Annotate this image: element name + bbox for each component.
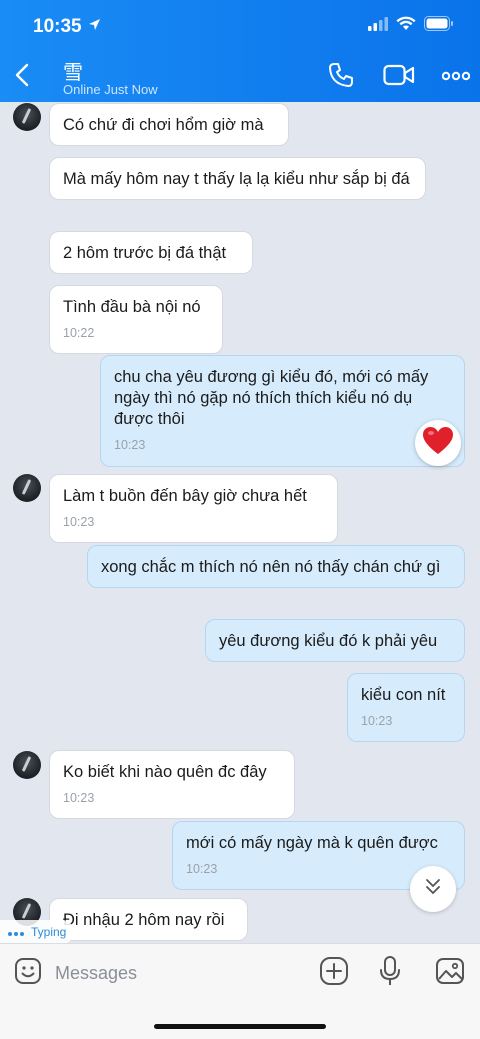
- message-text: Tình đầu bà nội nó: [63, 298, 201, 316]
- message-text: chu cha yêu đương gì kiểu đó, mới có mấy…: [114, 368, 429, 428]
- message-text: Đi nhậu 2 hôm nay rồi: [63, 911, 225, 929]
- message-input[interactable]: Messages: [55, 963, 137, 984]
- chat-header: 10:35 雪 Online Just Now: [0, 0, 480, 102]
- image-icon: [435, 957, 465, 990]
- contact-name[interactable]: 雪: [63, 56, 83, 85]
- more-options-button[interactable]: [440, 62, 472, 92]
- sticker-icon: [14, 957, 42, 990]
- message-bubble[interactable]: Làm t buồn đến bây giờ chưa hết 10:23: [49, 474, 338, 543]
- message-text: Làm t buồn đến bây giờ chưa hết: [63, 487, 307, 505]
- message-time: 10:23: [114, 438, 146, 452]
- more-icon: [441, 68, 471, 86]
- message-bubble[interactable]: Ko biết khi nào quên đc đây 10:23: [49, 750, 295, 819]
- video-icon: [383, 63, 415, 92]
- typing-indicator: Typing: [0, 920, 75, 944]
- message-bubble[interactable]: kiểu con nít 10:23: [347, 673, 465, 742]
- message-bubble[interactable]: yêu đương kiểu đó k phải yêu: [205, 619, 465, 662]
- back-button[interactable]: [14, 62, 38, 90]
- plus-icon: [319, 956, 349, 991]
- message-time: 10:22: [63, 326, 95, 340]
- wifi-icon: [396, 16, 416, 36]
- home-indicator: [154, 1024, 326, 1029]
- scroll-to-bottom-button[interactable]: [410, 866, 456, 912]
- message-bubble[interactable]: xong chắc m thích nó nên nó thấy chán ch…: [87, 545, 465, 588]
- video-call-button[interactable]: [381, 62, 417, 92]
- signal-icon: [368, 16, 388, 36]
- reaction-badge[interactable]: [415, 420, 461, 466]
- message-bubble[interactable]: Có chứ đi chơi hổm giờ mà: [49, 103, 289, 146]
- avatar[interactable]: [13, 474, 41, 502]
- message-text: yêu đương kiểu đó k phải yêu: [219, 632, 438, 650]
- avatar[interactable]: [13, 751, 41, 779]
- message-bubble[interactable]: chu cha yêu đương gì kiểu đó, mới có mấy…: [100, 355, 465, 467]
- typing-label: Typing: [31, 925, 67, 939]
- voice-message-button[interactable]: [374, 955, 406, 991]
- message-text: kiểu con nít: [361, 686, 446, 704]
- message-time: 10:23: [361, 714, 393, 728]
- heart-reaction-icon: [422, 426, 454, 461]
- message-text: Có chứ đi chơi hổm giờ mà: [63, 116, 264, 134]
- message-bubble[interactable]: 2 hôm trước bị đá thật: [49, 231, 253, 274]
- voice-call-button[interactable]: [325, 62, 357, 92]
- avatar[interactable]: [13, 103, 41, 131]
- message-text: Ko biết khi nào quên đc đây: [63, 763, 267, 781]
- message-bubble[interactable]: Mà mấy hôm nay t thấy lạ lạ kiểu như sắp…: [49, 157, 426, 200]
- message-time: 10:23: [63, 791, 95, 805]
- back-icon: [14, 63, 30, 92]
- message-time: 10:23: [186, 862, 218, 876]
- status-icons: [368, 16, 454, 36]
- contact-status: Online Just Now: [63, 82, 158, 97]
- phone-icon: [328, 62, 354, 93]
- sticker-button[interactable]: [12, 957, 44, 989]
- chevron-double-down-icon: [423, 877, 443, 902]
- gallery-button[interactable]: [434, 957, 466, 989]
- message-list[interactable]: Có chứ đi chơi hổm giờ mà Mà mấy hôm nay…: [0, 102, 480, 942]
- message-text: Mà mấy hôm nay t thấy lạ lạ kiểu như sắp…: [63, 170, 410, 188]
- message-text: 2 hôm trước bị đá thật: [63, 244, 227, 262]
- location-arrow-icon: [88, 18, 101, 36]
- message-text: xong chắc m thích nó nên nó thấy chán ch…: [101, 558, 441, 576]
- composer-bar: Messages: [0, 943, 480, 1039]
- status-time: 10:35: [33, 16, 82, 37]
- status-bar: 10:35: [0, 0, 480, 52]
- message-text: mới có mấy ngày mà k quên được: [186, 834, 438, 852]
- add-attachment-button[interactable]: [318, 956, 350, 991]
- message-bubble[interactable]: Tình đầu bà nội nó 10:22: [49, 285, 223, 354]
- typing-dots-icon: [8, 925, 26, 939]
- message-time: 10:23: [63, 515, 95, 529]
- battery-icon: [424, 16, 454, 36]
- message-bubble[interactable]: Đi nhậu 2 hôm nay rồi: [49, 898, 248, 941]
- microphone-icon: [378, 955, 402, 991]
